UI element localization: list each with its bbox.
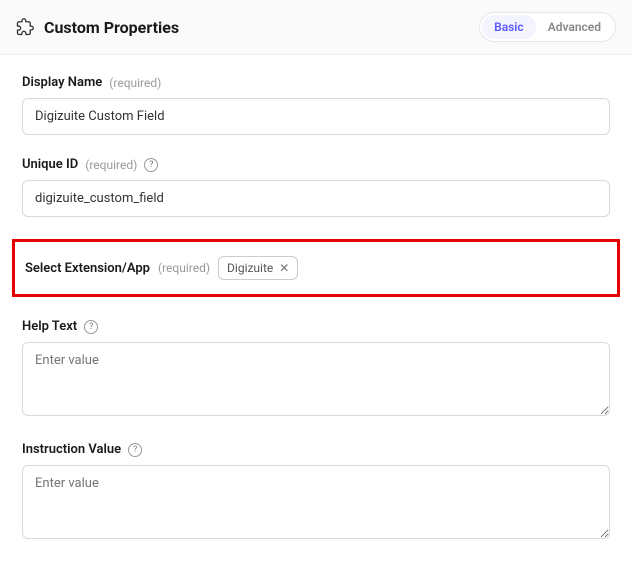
display-name-input[interactable]	[22, 98, 610, 135]
instruction-value-label: Instruction Value	[22, 442, 121, 457]
field-unique-id: Unique ID (required) ?	[22, 157, 610, 217]
label-row: Display Name (required)	[22, 75, 610, 90]
tab-advanced[interactable]: Advanced	[536, 15, 613, 39]
help-icon[interactable]: ?	[144, 158, 158, 172]
header-bar: Custom Properties Basic Advanced	[0, 0, 632, 55]
select-extension-label: Select Extension/App	[25, 261, 150, 276]
highlighted-section: Select Extension/App (required) Digizuit…	[12, 239, 620, 297]
header-left: Custom Properties	[16, 18, 179, 37]
help-icon[interactable]: ?	[84, 320, 98, 334]
tab-group: Basic Advanced	[479, 12, 616, 42]
page-title: Custom Properties	[44, 18, 179, 37]
extension-chip[interactable]: Digizuite ✕	[218, 256, 298, 280]
label-row: Select Extension/App (required) Digizuit…	[25, 256, 607, 280]
label-row: Help Text ?	[22, 319, 610, 334]
tab-basic[interactable]: Basic	[482, 15, 536, 39]
field-instruction-value: Instruction Value ?	[22, 442, 610, 543]
help-text-input[interactable]	[22, 342, 610, 416]
label-row: Instruction Value ?	[22, 442, 610, 457]
required-tag: (required)	[158, 261, 210, 275]
form-area: Display Name (required) Unique ID (requi…	[0, 55, 632, 585]
display-name-label: Display Name	[22, 75, 102, 90]
field-help-text: Help Text ?	[22, 319, 610, 420]
label-row: Unique ID (required) ?	[22, 157, 610, 172]
required-tag: (required)	[109, 76, 161, 90]
field-display-name: Display Name (required)	[22, 75, 610, 135]
puzzle-icon	[16, 18, 34, 36]
help-icon[interactable]: ?	[128, 443, 142, 457]
close-icon[interactable]: ✕	[279, 262, 289, 274]
help-text-label: Help Text	[22, 319, 77, 334]
extension-chip-label: Digizuite	[227, 261, 273, 275]
unique-id-input[interactable]	[22, 180, 610, 217]
instruction-value-input[interactable]	[22, 465, 610, 539]
required-tag: (required)	[85, 158, 137, 172]
unique-id-label: Unique ID	[22, 157, 78, 172]
